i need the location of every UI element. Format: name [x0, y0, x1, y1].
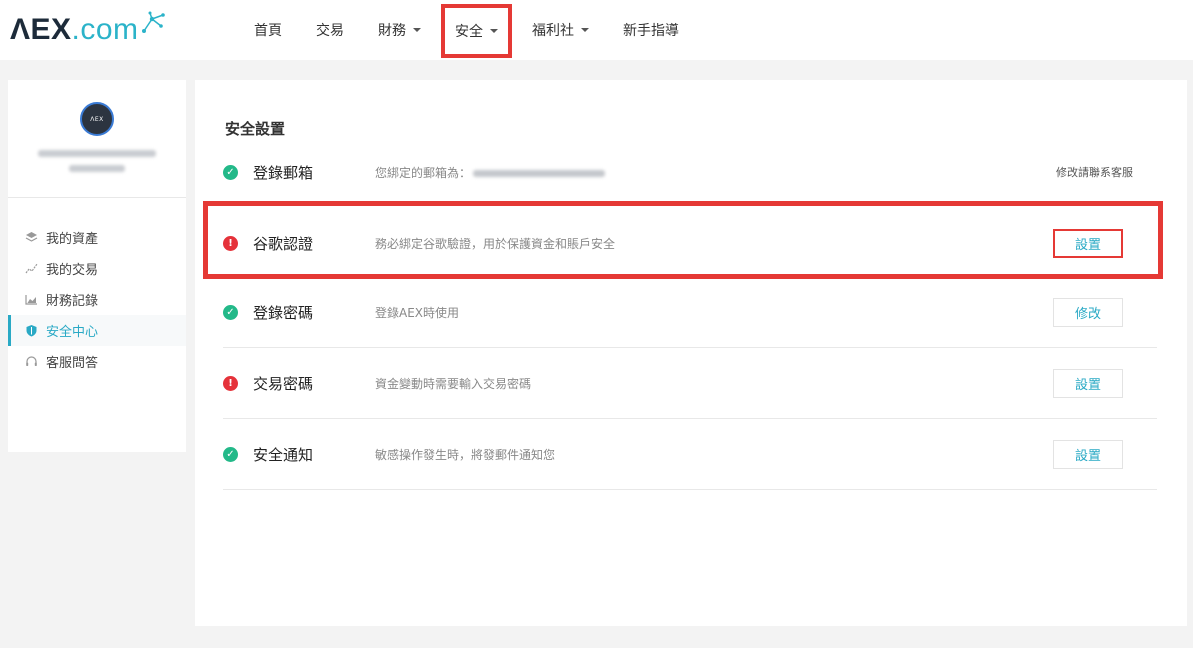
caret-down-icon: [581, 28, 589, 32]
nav-label: 首頁: [254, 23, 282, 39]
setting-row-trade-password: ! 交易密碼 資金變動時需要輸入交易密碼 設置: [223, 349, 1157, 419]
setting-description: 敏感操作發生時，將發郵件通知您: [375, 448, 556, 462]
nav-home[interactable]: 首頁: [240, 11, 296, 49]
sidebar-item-label: 我的交易: [46, 263, 99, 278]
aex-logo[interactable]: ΛEX.com: [10, 10, 167, 50]
sidebar-item-security-center[interactable]: 安全中心: [8, 315, 186, 346]
sidebar-item-support-faq[interactable]: 客服問答: [8, 346, 186, 377]
trend-icon: [25, 262, 38, 275]
setting-row-email: ✓ 登錄郵箱 您綁定的郵箱為： 修改請聯系客服: [223, 137, 1157, 207]
nav-label: 財務: [378, 23, 406, 39]
check-circle-icon: ✓: [223, 447, 238, 462]
caret-down-icon: [490, 29, 498, 33]
check-circle-icon: ✓: [223, 305, 238, 320]
shield-icon: [25, 324, 38, 337]
trade-password-setup-button[interactable]: 設置: [1053, 369, 1123, 398]
nav-label: 安全: [455, 24, 483, 40]
setting-name: 登錄密碼: [253, 304, 314, 322]
user-profile: ΛEX: [8, 80, 186, 198]
logo-sub: .com: [71, 13, 139, 46]
sidebar-item-label: 客服問答: [46, 356, 99, 371]
security-notification-setup-button[interactable]: 設置: [1053, 440, 1123, 469]
layers-icon: [25, 231, 38, 244]
sidebar-item-finance-records[interactable]: 財務記錄: [8, 284, 186, 315]
nav-beginner-guide[interactable]: 新手指導: [609, 11, 693, 49]
setting-description: 您綁定的郵箱為：: [375, 164, 606, 181]
sidebar-item-my-assets[interactable]: 我的資產: [8, 222, 186, 253]
main-nav: 首頁 交易 財務 安全 福利社 新手指導: [240, 0, 699, 60]
sidebar-item-label: 我的資產: [46, 232, 99, 247]
top-bar: ΛEX.com 首頁 交易 財務 安全 福利社 新手指導: [0, 0, 1193, 60]
login-password-modify-button[interactable]: 修改: [1053, 298, 1123, 327]
chart-icon: [25, 293, 38, 306]
contact-support-note: 修改請聯系客服: [1056, 166, 1133, 179]
nav-trade[interactable]: 交易: [302, 11, 358, 49]
sidebar-item-label: 安全中心: [46, 325, 99, 340]
blurred-username: [38, 150, 156, 157]
setting-name: 交易密碼: [253, 375, 314, 393]
network-nodes-icon: [141, 11, 165, 33]
avatar[interactable]: ΛEX: [80, 102, 114, 136]
nav-label: 新手指導: [623, 23, 679, 39]
check-circle-icon: ✓: [223, 164, 238, 180]
logo-main: ΛEX: [10, 13, 72, 46]
nav-label: 福利社: [532, 23, 574, 39]
nav-security[interactable]: 安全: [441, 4, 512, 58]
sidebar-menu: 我的資產 我的交易 財務記錄 安全中心 客服問答: [8, 198, 186, 377]
setting-name: 安全通知: [253, 446, 314, 464]
highlight-frame: [203, 201, 1163, 279]
setting-description: 登錄AEX時使用: [375, 306, 460, 320]
page-title: 安全設置: [225, 120, 286, 138]
blurred-user-id: [69, 165, 125, 172]
setting-row-login-password: ✓ 登錄密碼 登錄AEX時使用 修改: [223, 278, 1157, 348]
sidebar-item-label: 財務記錄: [46, 294, 99, 309]
sidebar: ΛEX 我的資產 我的交易 財務記錄 安全中心 客服問答: [8, 80, 186, 452]
nav-label: 交易: [316, 23, 344, 39]
alert-circle-icon: !: [223, 376, 238, 391]
avatar-text: ΛEX: [90, 115, 104, 123]
headset-icon: [25, 355, 38, 368]
setting-description-text: 您綁定的郵箱為：: [375, 165, 472, 180]
caret-down-icon: [413, 28, 421, 32]
setting-name: 登錄郵箱: [253, 163, 314, 182]
sidebar-item-my-trades[interactable]: 我的交易: [8, 253, 186, 284]
blurred-email: [473, 169, 606, 177]
setting-description: 資金變動時需要輸入交易密碼: [375, 377, 532, 391]
nav-finance[interactable]: 財務: [364, 11, 435, 49]
security-settings-panel: 安全設置 ✓ 登錄郵箱 您綁定的郵箱為： 修改請聯系客服 ! 谷歌認證 務必綁定…: [195, 80, 1187, 626]
setting-row-security-notification: ✓ 安全通知 敏感操作發生時，將發郵件通知您 設置: [223, 420, 1157, 490]
nav-welfare[interactable]: 福利社: [518, 11, 603, 49]
logo-text: ΛEX.com: [10, 13, 139, 47]
